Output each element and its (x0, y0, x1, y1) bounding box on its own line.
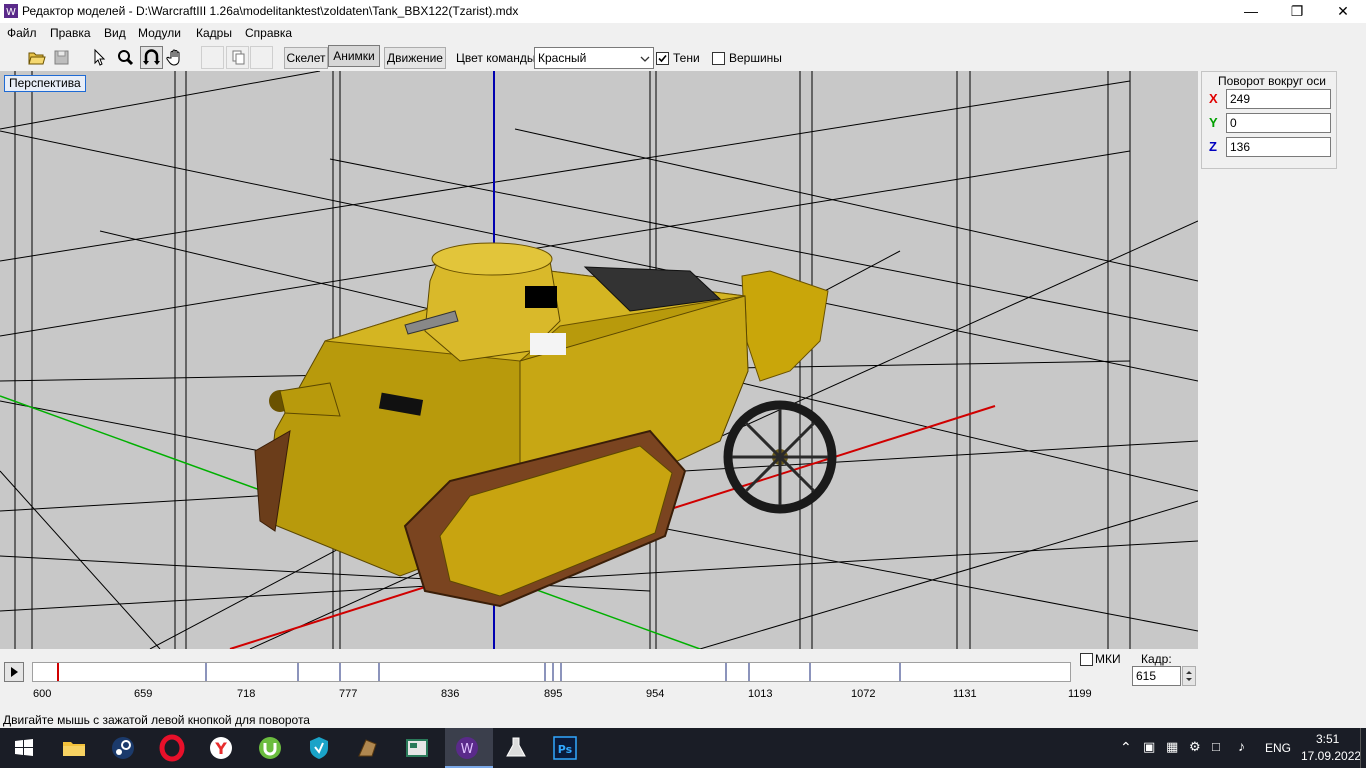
rotation-title: Поворот вокруг оси (1218, 74, 1326, 88)
shadows-label: Тени (673, 51, 700, 65)
vertices-label: Вершины (729, 51, 782, 65)
copy-icon[interactable] (226, 46, 249, 69)
z-rotation-input[interactable]: 136 (1226, 137, 1331, 157)
svg-text:W: W (461, 742, 474, 757)
status-text: Двигайте мышь с зажатой левой кнопкой дл… (3, 713, 310, 727)
tick-label: 1013 (748, 688, 773, 700)
volume-icon[interactable]: ♪ (1238, 738, 1245, 754)
timeline-track[interactable] (32, 662, 1071, 682)
chevron-up-icon[interactable]: ⌃ (1120, 739, 1132, 756)
title-bar: W Редактор моделей - D:\WarcraftIII 1.26… (0, 0, 1366, 23)
show-desktop-strip[interactable] (1360, 728, 1361, 768)
animations-button[interactable]: Анимки (328, 45, 380, 67)
utorrent-icon[interactable] (256, 734, 284, 762)
toolbar: Скелет Анимки Движение Цвет команды: Кра… (0, 42, 1366, 71)
frame-input[interactable]: 615 (1132, 666, 1181, 686)
mki-checkbox[interactable] (1080, 653, 1093, 666)
settings-tray-icon[interactable]: ⚙ (1189, 739, 1201, 755)
team-color-label: Цвет команды: (456, 51, 539, 65)
right-panel: Поворот вокруг оси X 249 Y 0 Z 136 (1199, 71, 1366, 701)
frame-label: Кадр: (1141, 652, 1172, 666)
rotation-group: Поворот вокруг оси X 249 Y 0 Z 136 (1201, 71, 1337, 169)
shadows-checkbox[interactable] (656, 52, 669, 65)
tank-model (254, 242, 837, 608)
checkmark-icon (658, 54, 667, 63)
taskbar: Y W Ps ⌃ ▣ ▦ ⚙ □ ♪ ENG 3:51 17.09.2022 (0, 728, 1366, 768)
chevron-down-icon (640, 56, 650, 62)
open-icon[interactable] (25, 46, 48, 69)
save-icon[interactable] (50, 46, 73, 69)
menu-help[interactable]: Справка (245, 26, 292, 40)
frame-spinner[interactable] (1182, 666, 1196, 686)
language-indicator[interactable]: ENG (1265, 741, 1291, 755)
pan-hand-icon[interactable] (164, 46, 187, 69)
menu-bar: Файл Правка Вид Модули Кадры Справка (0, 23, 1366, 42)
blank-icon[interactable] (250, 46, 273, 69)
zoom-icon[interactable] (114, 46, 137, 69)
tick-label: 954 (646, 688, 665, 700)
steam-icon[interactable] (109, 734, 137, 762)
tick-label: 1072 (851, 688, 876, 700)
svg-text:W: W (6, 7, 16, 18)
vpn-shield-icon[interactable] (305, 734, 333, 762)
tick-label: 836 (441, 688, 460, 700)
svg-text:Y: Y (214, 739, 227, 758)
opera-icon[interactable] (158, 734, 186, 762)
play-icon[interactable] (4, 662, 24, 682)
model-editor-icon[interactable]: W (453, 734, 481, 762)
grid-and-model (0, 71, 1198, 649)
window-title: Редактор моделей - D:\WarcraftIII 1.26a\… (22, 4, 519, 18)
app-icon: W (4, 4, 18, 18)
network-warning-icon[interactable]: ▦ (1166, 739, 1178, 755)
clock-time[interactable]: 3:51 (1316, 732, 1339, 746)
menu-file[interactable]: Файл (7, 26, 37, 40)
monitor-tray-icon[interactable]: □ (1212, 739, 1220, 754)
menu-view[interactable]: Вид (104, 26, 126, 40)
windows-start-icon[interactable] (10, 734, 38, 762)
file-explorer-icon[interactable] (60, 734, 88, 762)
rotate-icon[interactable] (140, 46, 163, 69)
tick-label: 895 (544, 688, 563, 700)
tick-label: 718 (237, 688, 256, 700)
y-axis-label: Y (1209, 115, 1218, 130)
tick-label: 1131 (953, 688, 977, 700)
svg-text:Ps: Ps (558, 743, 573, 756)
menu-edit[interactable]: Правка (50, 26, 91, 40)
close-icon[interactable]: ✕ (1320, 0, 1366, 23)
select-arrow-icon[interactable] (87, 46, 110, 69)
y-rotation-input[interactable]: 0 (1226, 113, 1331, 133)
blank-icon[interactable] (201, 46, 224, 69)
menu-modules[interactable]: Модули (138, 26, 181, 40)
3d-viewport[interactable]: Перспектива (0, 71, 1198, 649)
tick-label: 600 (33, 688, 52, 700)
status-bar: Двигайте мышь с зажатой левой кнопкой дл… (0, 711, 1366, 729)
yandex-browser-icon[interactable]: Y (207, 734, 235, 762)
lab-flask-icon[interactable] (502, 734, 530, 762)
team-color-value: Красный (538, 51, 587, 65)
timeline: 600 659 718 777 836 895 954 1013 1072 11… (0, 650, 1198, 700)
warcraft-tool-icon[interactable] (354, 734, 382, 762)
clock-date[interactable]: 17.09.2022 (1301, 749, 1361, 763)
minimize-icon[interactable]: — (1228, 0, 1274, 23)
skeleton-button[interactable]: Скелет (284, 47, 328, 69)
tick-label: 1199 (1068, 688, 1092, 700)
x-axis-label: X (1209, 91, 1218, 106)
menu-frames[interactable]: Кадры (196, 26, 232, 40)
movement-button[interactable]: Движение (384, 47, 446, 69)
vertices-checkbox[interactable] (712, 52, 725, 65)
tick-label: 659 (134, 688, 153, 700)
restore-icon[interactable]: ❐ (1274, 0, 1320, 23)
mki-label: МКИ (1095, 652, 1121, 666)
z-axis-label: Z (1209, 139, 1217, 154)
camera-tray-icon[interactable]: ▣ (1143, 739, 1155, 755)
tick-label: 777 (339, 688, 358, 700)
x-rotation-input[interactable]: 249 (1226, 89, 1331, 109)
perspective-button[interactable]: Перспектива (4, 75, 86, 92)
document-viewer-icon[interactable] (403, 734, 431, 762)
photoshop-icon[interactable]: Ps (551, 734, 579, 762)
team-color-select[interactable]: Красный (534, 47, 654, 69)
